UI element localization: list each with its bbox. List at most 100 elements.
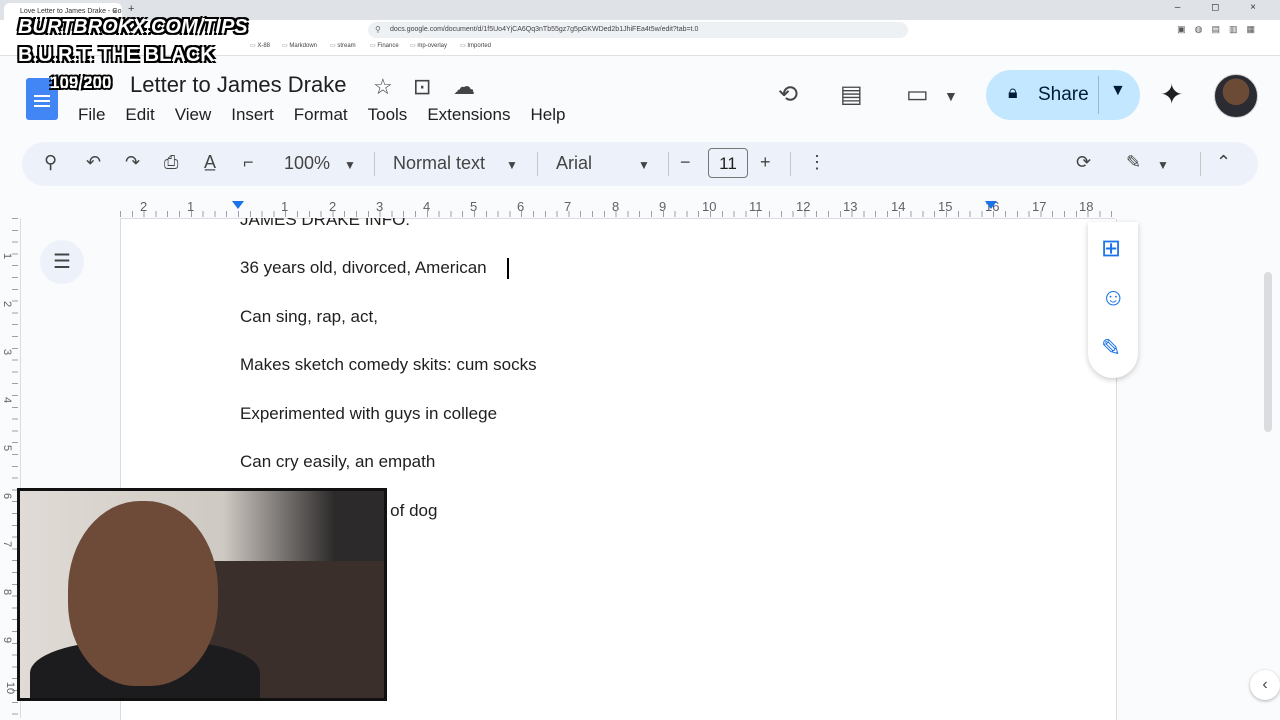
zoom-select[interactable]: 100%	[284, 153, 330, 174]
more-options-icon[interactable]: ⋮	[808, 152, 826, 173]
ruler-number: 1	[281, 199, 289, 214]
toolbar-divider	[668, 152, 669, 176]
mode-chevron-down-icon[interactable]: ▼	[1157, 158, 1169, 172]
paint-format-icon[interactable]: ⌐	[243, 152, 254, 173]
menu-edit[interactable]: Edit	[125, 104, 174, 126]
overlay-counter: 109/200	[50, 73, 112, 92]
share-button[interactable]: 🔒︎ Share ▼	[986, 70, 1140, 120]
lock-icon: 🔒︎	[1008, 82, 1018, 102]
font-chevron-down-icon[interactable]: ▼	[638, 158, 650, 172]
webcam-person-head	[68, 501, 218, 686]
smart-compose-icon[interactable]: ⟳	[1076, 152, 1091, 173]
side-panel-chevron-left-icon[interactable]: ‹	[1250, 670, 1280, 700]
toolbar-divider	[537, 152, 538, 176]
add-comment-icon[interactable]: ⊞	[1101, 234, 1121, 263]
gemini-sparkle-icon[interactable]: ✦	[1160, 78, 1183, 111]
document-outline-icon[interactable]: ☰	[40, 240, 84, 284]
ruler-number: 13	[843, 199, 858, 214]
new-tab-button[interactable]: +	[128, 3, 134, 15]
vertical-ruler-number: 6	[1, 492, 14, 500]
font-family-select[interactable]: Arial	[556, 153, 592, 174]
ruler-number: 4	[423, 199, 431, 214]
bookmark-item[interactable]: X-88	[250, 42, 270, 49]
toolbar-divider	[1200, 152, 1201, 176]
toolbar-divider	[374, 152, 375, 176]
zoom-chevron-down-icon[interactable]: ▼	[344, 158, 356, 172]
site-info-icon[interactable]: ⚲	[375, 22, 381, 38]
bookmark-item[interactable]: Markdown	[282, 42, 317, 49]
spellcheck-icon[interactable]: A̲	[204, 152, 216, 173]
ruler-number: 18	[1079, 199, 1094, 214]
address-bar[interactable]: ⚲ docs.google.com/document/d/1f5Uo4YjCA6…	[368, 22, 908, 38]
menu-bar: File Edit View Insert Format Tools Exten…	[78, 104, 585, 126]
bookmark-item[interactable]: Finance	[370, 42, 398, 49]
ruler-number: 8	[612, 199, 620, 214]
cloud-status-icon[interactable]: ☁	[453, 74, 475, 100]
ruler-number: 1	[187, 199, 195, 214]
paragraph-style-select[interactable]: Normal text	[393, 153, 485, 174]
ruler-number: 7	[564, 199, 572, 214]
overlay-streamer-name: B.U.R.T. THE BLACK	[18, 44, 215, 66]
avatar[interactable]	[1214, 74, 1258, 118]
style-chevron-down-icon[interactable]: ▼	[506, 158, 518, 172]
ruler-number: 11	[749, 199, 763, 214]
toolbar-divider	[790, 152, 791, 176]
bookmark-item[interactable]: stream	[330, 42, 355, 49]
vertical-scrollbar[interactable]	[1264, 272, 1272, 432]
menu-extensions[interactable]: Extensions	[427, 104, 530, 126]
suggest-edits-icon[interactable]: ✎	[1101, 334, 1121, 363]
ruler-number: 15	[938, 199, 953, 214]
menu-file[interactable]: File	[78, 104, 125, 126]
font-size-input[interactable]: 11	[708, 148, 748, 178]
document-line[interactable]: 36 years old, divorced, American	[240, 258, 487, 278]
undo-icon[interactable]: ↶	[86, 152, 101, 173]
decrease-font-size-icon[interactable]: −	[680, 152, 691, 173]
ruler-number: 17	[1032, 199, 1047, 214]
version-history-icon[interactable]: ⟲	[778, 80, 798, 109]
ruler-number: 2	[140, 199, 148, 214]
text-cursor	[507, 258, 509, 279]
menu-tools[interactable]: Tools	[368, 104, 428, 126]
emoji-reaction-icon[interactable]: ☺	[1101, 284, 1126, 312]
ruler-number: 10	[702, 199, 717, 214]
tab-title: Love Letter to James Drake - Go	[20, 8, 122, 15]
ruler-number: 12	[796, 199, 811, 214]
menu-view[interactable]: View	[175, 104, 232, 126]
redo-icon[interactable]: ↷	[125, 152, 140, 173]
print-icon[interactable]: ⎙	[164, 152, 178, 173]
bookmark-item[interactable]: Imported	[460, 42, 491, 49]
hide-menus-chevron-up-icon[interactable]: ⌃	[1216, 152, 1231, 173]
increase-font-size-icon[interactable]: +	[760, 152, 771, 173]
document-line[interactable]: Experimented with guys in college	[240, 404, 497, 424]
share-label: Share	[1038, 84, 1089, 105]
right-indent-marker[interactable]	[985, 201, 997, 209]
document-title[interactable]: Letter to James Drake	[130, 72, 346, 98]
star-icon[interactable]: ☆	[373, 74, 393, 100]
vertical-ruler-number: 3	[1, 348, 14, 356]
vertical-ruler-number: 7	[1, 540, 14, 548]
ruler-number: 3	[376, 199, 384, 214]
editing-mode-pencil-icon[interactable]: ✎	[1126, 152, 1141, 173]
ruler-number: 5	[470, 199, 478, 214]
move-folder-icon[interactable]: ⊡	[413, 74, 431, 100]
document-line[interactable]: Can cry easily, an empath	[240, 452, 435, 472]
menu-format[interactable]: Format	[294, 104, 368, 126]
window-controls[interactable]: – ◻ ×	[1175, 2, 1270, 13]
left-indent-marker[interactable]	[232, 201, 244, 209]
vertical-ruler-number: 1	[1, 252, 14, 260]
ruler-number: 6	[517, 199, 525, 214]
document-line[interactable]: Can sing, rap, act,	[240, 307, 378, 327]
vertical-ruler-number: 8	[1, 588, 14, 596]
bookmark-item[interactable]: mp-overlay	[410, 42, 447, 49]
document-line[interactable]: Makes sketch comedy skits: cum socks	[240, 355, 537, 375]
meet-video-icon[interactable]: ▭	[906, 80, 929, 109]
search-menus-icon[interactable]: ⚲	[44, 152, 57, 173]
extension-icons[interactable]: ▣◍▤▥▦	[1177, 24, 1264, 35]
comments-icon[interactable]: ▤	[840, 80, 863, 109]
vertical-ruler-number: 9	[1, 636, 14, 644]
menu-help[interactable]: Help	[530, 104, 585, 126]
share-chevron-down-icon[interactable]: ▼	[1110, 82, 1126, 100]
meet-chevron-down-icon[interactable]: ▼	[944, 88, 958, 104]
vertical-ruler-number: 2	[1, 300, 14, 308]
menu-insert[interactable]: Insert	[231, 104, 294, 126]
